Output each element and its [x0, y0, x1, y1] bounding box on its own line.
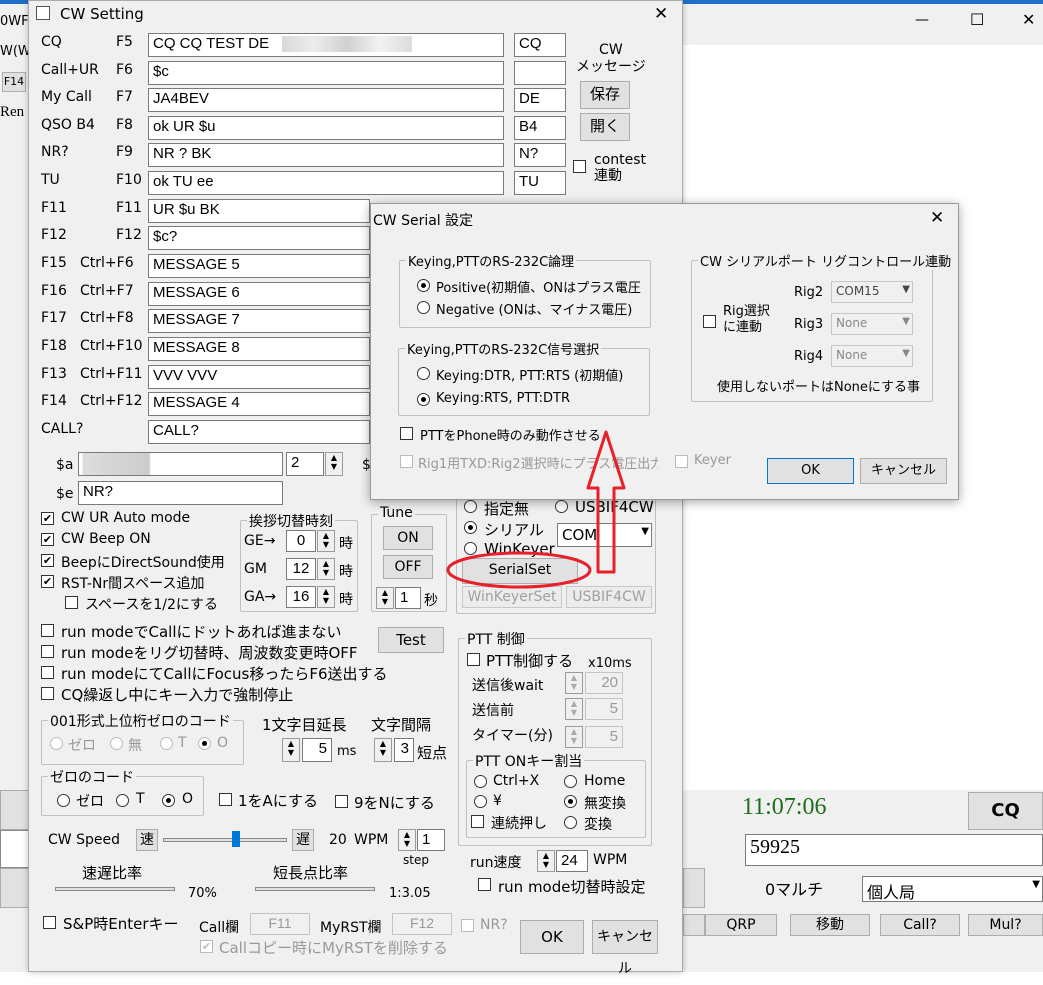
annotation-circle — [446, 551, 592, 589]
annotation-overlay — [446, 430, 626, 589]
annotation-arrow-icon — [586, 430, 626, 574]
